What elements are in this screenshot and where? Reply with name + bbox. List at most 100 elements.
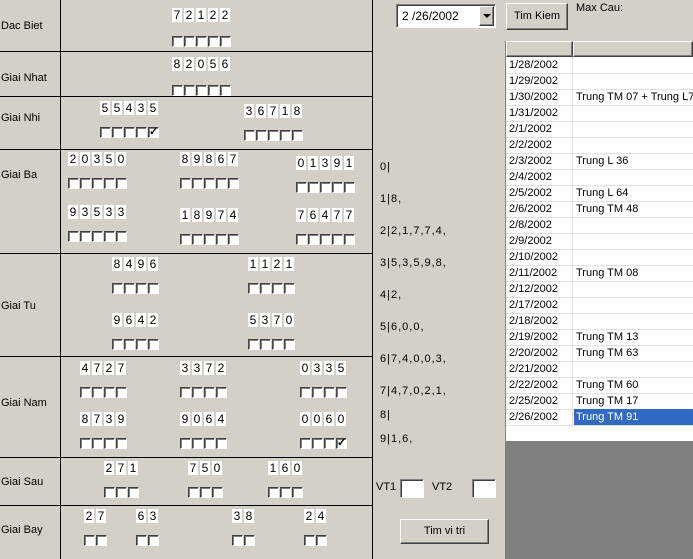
digit-checkbox[interactable]: [104, 178, 115, 189]
digit-checkbox[interactable]: [260, 283, 271, 294]
digit-checkbox[interactable]: [148, 339, 159, 350]
digit-checkbox[interactable]: [204, 438, 215, 449]
digit-checkbox[interactable]: [196, 85, 207, 96]
digit-checkbox[interactable]: [124, 283, 135, 294]
digit-checkbox[interactable]: [112, 283, 123, 294]
digit-checkbox[interactable]: [92, 438, 103, 449]
digit-checkbox[interactable]: [220, 85, 231, 96]
digit-checkbox[interactable]: [192, 387, 203, 398]
digit-checkbox[interactable]: [136, 283, 147, 294]
vt1-input[interactable]: [400, 479, 424, 498]
digit-checkbox[interactable]: [272, 339, 283, 350]
table-row[interactable]: 2/6/2002 Trung TM 48: [506, 201, 693, 218]
digit-checkbox[interactable]: [248, 283, 259, 294]
results-grid[interactable]: 1/28/2002 1/29/2002 1/30/2002 Trung TM 07 +…: [506, 57, 693, 441]
table-row[interactable]: 1/28/2002: [506, 57, 693, 74]
digit-checkbox[interactable]: [296, 234, 307, 245]
table-row[interactable]: 1/31/2002: [506, 105, 693, 122]
digit-checkbox[interactable]: [84, 535, 95, 546]
table-row[interactable]: 2/22/2002 Trung TM 60: [506, 377, 693, 394]
digit-checkbox[interactable]: [180, 387, 191, 398]
table-row[interactable]: 2/18/2002: [506, 313, 693, 330]
date-picker-dropdown[interactable]: [479, 6, 494, 26]
table-row[interactable]: 2/19/2002 Trung TM 13: [506, 329, 693, 346]
digit-checkbox[interactable]: [324, 438, 335, 449]
digit-checkbox[interactable]: [280, 487, 291, 498]
digit-checkbox[interactable]: [280, 130, 291, 141]
vt2-input[interactable]: [472, 479, 496, 498]
digit-checkbox[interactable]: [204, 387, 215, 398]
digit-checkbox[interactable]: [104, 438, 115, 449]
digit-checkbox[interactable]: [304, 535, 315, 546]
digit-checkbox[interactable]: [136, 127, 147, 138]
digit-checkbox[interactable]: [204, 178, 215, 189]
digit-checkbox[interactable]: [100, 127, 111, 138]
digit-checkbox[interactable]: [116, 387, 127, 398]
digit-checkbox[interactable]: [104, 487, 115, 498]
digit-checkbox[interactable]: [216, 387, 227, 398]
digit-checkbox[interactable]: [320, 182, 331, 193]
digit-checkbox[interactable]: [192, 438, 203, 449]
search-button[interactable]: Tim Kiem: [506, 3, 568, 30]
digit-checkbox[interactable]: [284, 339, 295, 350]
digit-checkbox[interactable]: [216, 438, 227, 449]
digit-checkbox[interactable]: [104, 231, 115, 242]
digit-checkbox[interactable]: [80, 178, 91, 189]
digit-checkbox[interactable]: [244, 535, 255, 546]
digit-checkbox[interactable]: [300, 387, 311, 398]
digit-checkbox[interactable]: [136, 339, 147, 350]
table-row[interactable]: 2/9/2002: [506, 233, 693, 250]
digit-checkbox[interactable]: [292, 130, 303, 141]
digit-checkbox[interactable]: [180, 178, 191, 189]
digit-checkbox[interactable]: [172, 36, 183, 47]
digit-checkbox[interactable]: [124, 339, 135, 350]
digit-checkbox[interactable]: [68, 231, 79, 242]
table-row[interactable]: 2/5/2002 Trung L 64: [506, 185, 693, 202]
digit-checkbox[interactable]: [112, 339, 123, 350]
digit-checkbox[interactable]: [116, 178, 127, 189]
digit-checkbox[interactable]: [316, 535, 327, 546]
table-row[interactable]: 1/30/2002 Trung TM 07 + Trung L7: [506, 89, 693, 106]
digit-checkbox[interactable]: [308, 182, 319, 193]
table-row[interactable]: 2/4/2002: [506, 169, 693, 186]
digit-checkbox[interactable]: [192, 234, 203, 245]
grid-header-value[interactable]: [573, 41, 693, 57]
digit-checkbox[interactable]: [96, 535, 107, 546]
table-row[interactable]: 1/29/2002: [506, 73, 693, 90]
digit-checkbox[interactable]: [248, 339, 259, 350]
digit-checkbox[interactable]: [256, 130, 267, 141]
find-position-button[interactable]: Tim vi tri: [400, 519, 489, 544]
digit-checkbox[interactable]: [216, 234, 227, 245]
digit-checkbox[interactable]: [292, 487, 303, 498]
table-row[interactable]: 2/8/2002: [506, 217, 693, 234]
digit-checkbox[interactable]: [312, 438, 323, 449]
digit-checkbox[interactable]: [136, 535, 147, 546]
digit-checkbox[interactable]: [296, 182, 307, 193]
table-row[interactable]: 2/26/2002 Trung TM 91: [506, 409, 693, 426]
digit-checkbox[interactable]: [180, 438, 191, 449]
digit-checkbox[interactable]: [232, 535, 243, 546]
table-row[interactable]: 2/17/2002: [506, 297, 693, 314]
digit-checkbox[interactable]: [220, 36, 231, 47]
digit-checkbox[interactable]: [268, 130, 279, 141]
digit-checkbox[interactable]: [112, 127, 123, 138]
digit-checkbox[interactable]: [208, 36, 219, 47]
digit-checkbox[interactable]: [204, 234, 215, 245]
digit-checkbox[interactable]: [80, 438, 91, 449]
digit-checkbox[interactable]: [116, 487, 127, 498]
digit-checkbox[interactable]: [92, 231, 103, 242]
digit-checkbox[interactable]: [332, 234, 343, 245]
digit-checkbox[interactable]: [80, 387, 91, 398]
digit-checkbox[interactable]: [332, 182, 343, 193]
digit-checkbox[interactable]: [148, 283, 159, 294]
digit-checkbox[interactable]: [68, 178, 79, 189]
digit-checkbox[interactable]: [216, 178, 227, 189]
table-row[interactable]: 2/2/2002: [506, 137, 693, 154]
grid-header-date[interactable]: [506, 41, 573, 57]
digit-checkbox[interactable]: [284, 283, 295, 294]
digit-checkbox[interactable]: [92, 387, 103, 398]
table-row[interactable]: 2/20/2002 Trung TM 63: [506, 345, 693, 362]
digit-checkbox[interactable]: [200, 487, 211, 498]
digit-checkbox[interactable]: [268, 487, 279, 498]
digit-checkbox[interactable]: [104, 387, 115, 398]
